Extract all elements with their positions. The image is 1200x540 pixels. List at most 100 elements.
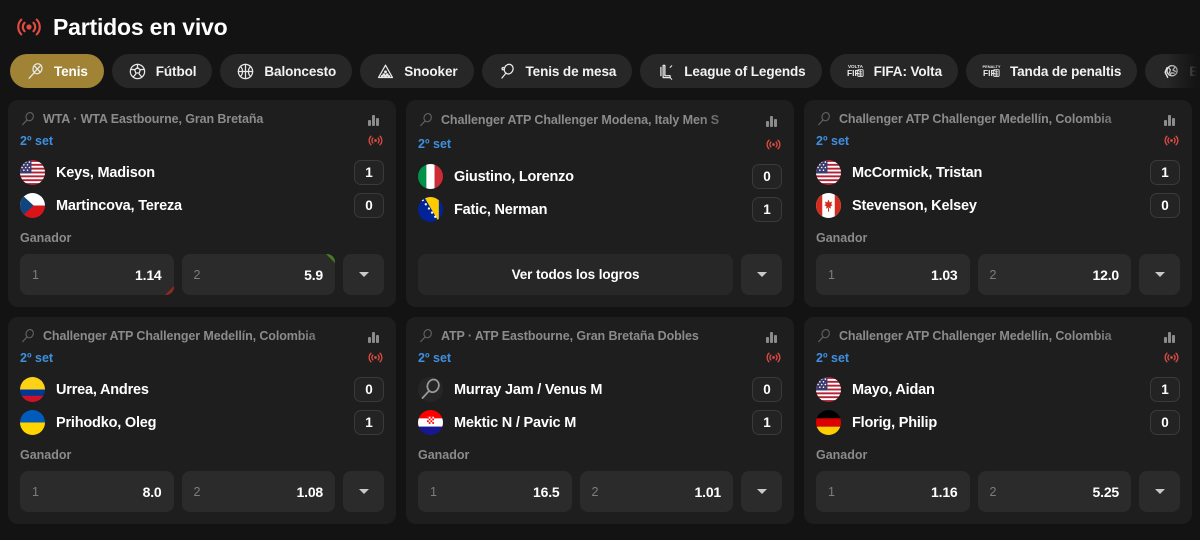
odds-selection-key: 2 xyxy=(591,484,599,499)
player-flag-ca-icon xyxy=(816,193,841,218)
expand-markets-button[interactable] xyxy=(741,471,782,512)
view-all-markets-button[interactable]: Ver todos los logros xyxy=(418,254,733,295)
snooker-rack-icon xyxy=(376,62,395,81)
tab-snooker[interactable]: Snooker xyxy=(360,54,474,88)
match-card[interactable]: Challenger ATP Challenger Medellín, Colo… xyxy=(804,317,1192,524)
tournament-info: Challenger ATP Challenger Modena, Italy … xyxy=(418,112,759,128)
expand-markets-button[interactable] xyxy=(741,254,782,295)
match-card[interactable]: Challenger ATP Challenger Modena, Italy … xyxy=(406,100,794,307)
live-broadcast-icon xyxy=(366,134,384,148)
tennis-racket-icon xyxy=(20,328,36,344)
odds-button[interactable]: 2 5.25 xyxy=(977,471,1131,512)
chevron-down-icon xyxy=(1154,489,1165,494)
tab-label: FIFA: Volta xyxy=(873,63,943,79)
tab-balonmano[interactable]: Balonmano xyxy=(1145,54,1200,88)
player-name: Keys, Madison xyxy=(56,164,155,181)
tab-league-of-legends[interactable]: League of Legends xyxy=(640,54,822,88)
match-card[interactable]: Challenger ATP Challenger Medellín, Colo… xyxy=(8,317,396,524)
odds-row: 1 8.0 2 1.08 xyxy=(20,471,384,512)
bar-chart-icon[interactable] xyxy=(368,112,384,126)
card-header: ATP · ATP Eastbourne, Gran Bretaña Doble… xyxy=(418,327,782,345)
player-row: Mektic N / Pavic M 1 xyxy=(418,406,782,439)
odds-button[interactable]: 1 16.5 xyxy=(418,471,572,512)
player-score: 1 xyxy=(752,197,782,222)
tab-f-tbol[interactable]: Fútbol xyxy=(111,54,213,88)
card-header: Challenger ATP Challenger Medellín, Colo… xyxy=(20,327,384,345)
set-row: 2º set xyxy=(816,350,1180,366)
live-matches-grid: WTA · WTA Eastbourne, Gran Bretaña 2º set… xyxy=(0,94,1200,524)
expand-markets-button[interactable] xyxy=(1139,254,1180,295)
tennis-racket-icon xyxy=(418,112,434,128)
market-title: Ganador xyxy=(816,448,868,462)
set-row: 2º set xyxy=(418,350,782,366)
bar-chart-icon[interactable] xyxy=(1164,112,1180,126)
tab-baloncesto[interactable]: Baloncesto xyxy=(220,54,353,88)
player-row: Florig, Philip 0 xyxy=(816,406,1180,439)
odds-button[interactable]: 2 1.08 xyxy=(181,471,335,512)
bar-chart-icon[interactable] xyxy=(368,329,384,343)
odds-selection-key: 1 xyxy=(32,267,39,282)
players-list: Giustino, Lorenzo 0 Fatic, Nerman 1 xyxy=(418,160,782,226)
tab-fifa-volta[interactable]: VOLTA FIF FIFA: Volta xyxy=(829,54,958,88)
current-set-label: 2º set xyxy=(816,133,850,148)
page-header: Partidos en vivo xyxy=(0,0,1200,44)
player-row: Stevenson, Kelsey 0 xyxy=(816,189,1180,222)
tab-tanda-de-penaltis[interactable]: PENALTY FIF Tanda de penaltis xyxy=(966,54,1138,88)
tournament-info: Challenger ATP Challenger Medellín, Colo… xyxy=(816,111,1157,127)
player-flag-us-icon xyxy=(816,377,841,402)
match-card[interactable]: ATP · ATP Eastbourne, Gran Bretaña Doble… xyxy=(406,317,794,524)
set-row: 2º set xyxy=(20,133,384,149)
odds-button[interactable]: 2 12.0 xyxy=(977,254,1131,295)
odds-button[interactable]: 2 1.01 xyxy=(579,471,733,512)
page-title: Partidos en vivo xyxy=(53,13,228,40)
tab-tenis-de-mesa[interactable]: Tenis de mesa xyxy=(481,54,633,88)
player-row: Keys, Madison 1 xyxy=(20,156,384,189)
odds-button[interactable]: 1 1.14 xyxy=(20,254,174,295)
fifa-volta-icon: VOLTA FIF xyxy=(846,62,865,81)
expand-markets-button[interactable] xyxy=(343,254,384,295)
odds-down-indicator xyxy=(164,286,174,295)
tennis-racket-icon xyxy=(20,111,36,127)
current-set-label: 2º set xyxy=(418,350,452,365)
match-card[interactable]: Challenger ATP Challenger Medellín, Colo… xyxy=(804,100,1192,307)
odds-selection-key: 2 xyxy=(989,484,997,499)
bar-chart-icon[interactable] xyxy=(766,113,782,127)
players-list: Murray Jam / Venus M 0 Mektic N / Pavic M 1 xyxy=(418,373,782,439)
tab-tenis[interactable]: Tenis xyxy=(10,54,104,88)
odds-value: 1.08 xyxy=(296,483,324,500)
expand-markets-button[interactable] xyxy=(1139,471,1180,512)
tournament-info: Challenger ATP Challenger Medellín, Colo… xyxy=(20,328,361,344)
current-set-label: 2º set xyxy=(816,350,850,365)
tournament-name: WTA · WTA Eastbourne, Gran Bretaña xyxy=(43,111,264,126)
bar-chart-icon[interactable] xyxy=(1164,329,1180,343)
bar-chart-icon[interactable] xyxy=(766,329,782,343)
odds-button[interactable]: 2 5.9 xyxy=(181,254,335,295)
expand-markets-button[interactable] xyxy=(343,471,384,512)
set-row: 2º set xyxy=(418,135,782,153)
odds-value: 16.5 xyxy=(533,483,560,500)
odds-button[interactable]: 1 8.0 xyxy=(20,471,174,512)
basketball-icon xyxy=(236,62,255,81)
chevron-down-icon xyxy=(756,489,767,494)
player-name: Mektic N / Pavic M xyxy=(454,414,577,431)
live-broadcast-icon xyxy=(16,14,42,40)
player-score: 0 xyxy=(354,193,384,218)
players-list: McCormick, Tristan 1 Stevenson, Kelsey 0 xyxy=(816,156,1180,222)
odds-row: 1 16.5 2 1.01 xyxy=(418,471,782,512)
match-card[interactable]: WTA · WTA Eastbourne, Gran Bretaña 2º set… xyxy=(8,100,396,307)
player-name: Fatic, Nerman xyxy=(454,201,548,218)
odds-button[interactable]: 1 1.16 xyxy=(816,471,970,512)
odds-button[interactable]: 1 1.03 xyxy=(816,254,970,295)
card-header: Challenger ATP Challenger Modena, Italy … xyxy=(418,110,782,130)
odds-selection-key: 1 xyxy=(828,267,835,282)
odds-value: 8.0 xyxy=(142,483,162,500)
tennis-racket-icon xyxy=(816,328,832,344)
chevron-down-icon xyxy=(358,272,369,277)
players-list: Mayo, Aidan 1 Florig, Philip 0 xyxy=(816,373,1180,439)
player-flag-ua-icon xyxy=(20,410,45,435)
odds-selection-key: 2 xyxy=(193,484,201,499)
player-flag-cz-icon xyxy=(20,193,45,218)
lol-icon xyxy=(656,62,675,81)
live-broadcast-icon xyxy=(366,351,384,365)
tournament-info: Challenger ATP Challenger Medellín, Colo… xyxy=(816,328,1157,344)
